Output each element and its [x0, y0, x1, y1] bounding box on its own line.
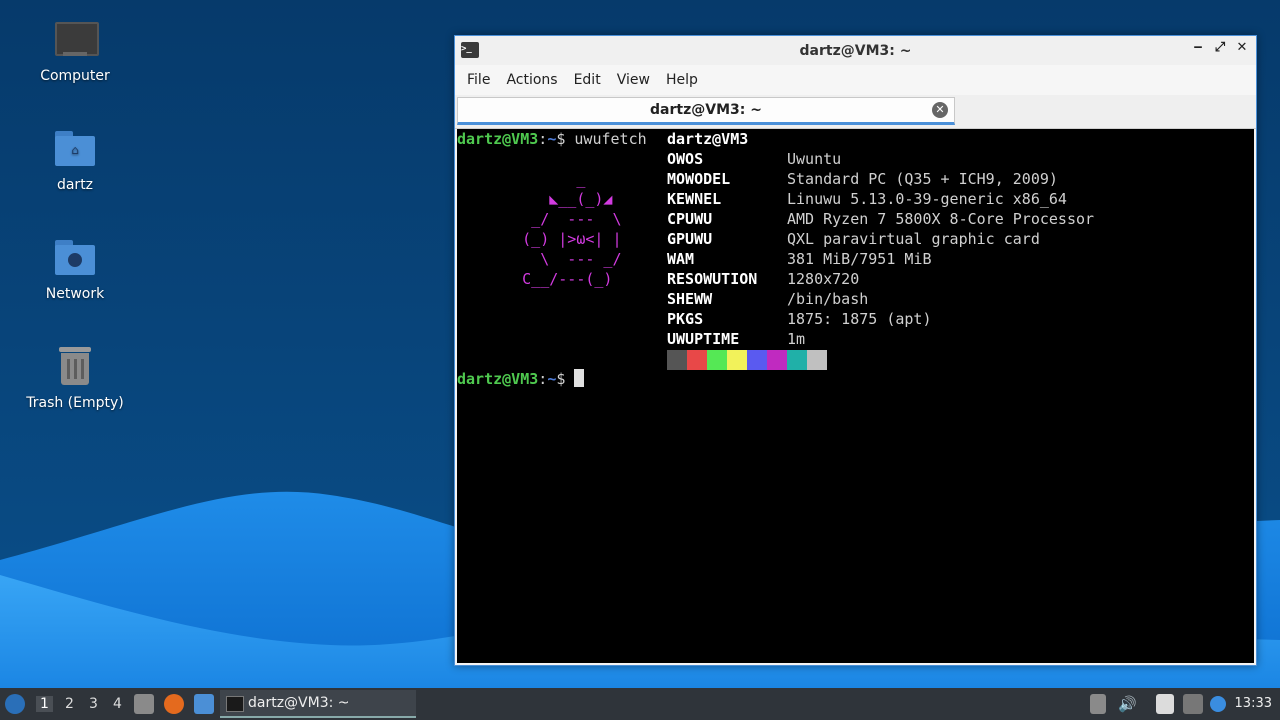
trash-icon: [53, 345, 97, 389]
taskbar-item-label: dartz@VM3: ~: [248, 695, 350, 711]
workspace-1[interactable]: 1: [36, 696, 53, 712]
info-key: SHEWW: [667, 290, 713, 308]
home-folder-icon: ⌂: [53, 127, 97, 171]
palette-swatch: [687, 350, 707, 370]
terminal-icon: [226, 696, 244, 712]
menu-help[interactable]: Help: [658, 72, 706, 88]
minimize-button[interactable]: ‒: [1190, 40, 1206, 55]
prompt-user: dartz@VM3: [457, 130, 539, 148]
volume-icon[interactable]: 🔊: [1118, 694, 1138, 714]
fetch-header: dartz@VM3: [667, 130, 749, 148]
info-key: WAM: [667, 250, 695, 268]
desktop-icon-network[interactable]: Network: [15, 236, 135, 302]
palette-swatch: [787, 350, 807, 370]
info-value: QXL paravirtual graphic card: [787, 230, 1040, 248]
info-value: Linuwu 5.13.0-39-generic x86_64: [787, 190, 1067, 208]
info-value: 381 MiB/7951 MiB: [787, 250, 932, 268]
prompt-separator: :: [538, 130, 548, 148]
palette-swatch: [767, 350, 787, 370]
firefox-icon[interactable]: [164, 694, 184, 714]
prompt-line-current: dartz@VM3:~$: [457, 369, 585, 389]
menu-actions[interactable]: Actions: [498, 72, 565, 88]
start-menu-icon[interactable]: [5, 694, 25, 714]
desktop-icon-label: dartz: [56, 177, 94, 193]
tab-close-icon[interactable]: ✕: [932, 102, 948, 118]
typed-command: uwufetch: [565, 130, 647, 148]
terminal-window: >_ dartz@VM3: ~ ‒ ⤢ ✕ File Actions Edit …: [454, 35, 1257, 666]
prompt-path: ~: [547, 130, 557, 148]
workspace-4[interactable]: 4: [113, 696, 122, 712]
tab-terminal[interactable]: dartz@VM3: ~ ✕: [457, 97, 955, 125]
prompt-symbol: $: [556, 370, 566, 388]
prompt-separator: :: [538, 370, 548, 388]
info-key: KEWNEL: [667, 190, 722, 208]
palette-swatch: [707, 350, 727, 370]
tab-label: dartz@VM3: ~: [650, 102, 762, 118]
prompt-user: dartz@VM3: [457, 370, 539, 388]
palette-swatch: [747, 350, 767, 370]
taskbar: 1 2 3 4 dartz@VM3: ~ 🔊 13:33: [0, 688, 1280, 720]
network-folder-icon: [53, 236, 97, 280]
info-key: PKGS: [667, 310, 704, 328]
menu-edit[interactable]: Edit: [566, 72, 609, 88]
desktop-icon-home[interactable]: ⌂ dartz: [15, 127, 135, 193]
palette-swatch: [807, 350, 827, 370]
close-button[interactable]: ✕: [1234, 40, 1250, 55]
computer-icon: [53, 18, 99, 62]
workspace-3[interactable]: 3: [89, 696, 98, 712]
desktop-icon-label: Computer: [40, 68, 110, 84]
info-key: MOWODEL: [667, 170, 731, 188]
window-titlebar[interactable]: >_ dartz@VM3: ~ ‒ ⤢ ✕: [455, 36, 1256, 65]
info-value: Uwuntu: [787, 150, 842, 168]
text-cursor: [574, 369, 585, 387]
info-key: OWOS: [667, 150, 704, 168]
desktop-icon-label: Trash (Empty): [26, 395, 124, 411]
window-title: dartz@VM3: ~: [799, 42, 912, 59]
taskbar-item-terminal[interactable]: dartz@VM3: ~: [220, 690, 416, 718]
terminal-output[interactable]: dartz@VM3:~$ uwufetch _ ◣__(_)◢ _/ --- \…: [457, 129, 1254, 663]
info-key: GPUWU: [667, 230, 713, 248]
info-value: AMD Ryzen 7 5800X 8-Core Processor: [787, 210, 1095, 228]
info-value: 1875: 1875 (apt): [787, 310, 932, 328]
info-key: UWUPTIME: [667, 330, 740, 348]
menu-file[interactable]: File: [459, 72, 498, 88]
menu-view[interactable]: View: [609, 72, 658, 88]
info-value: /bin/bash: [787, 290, 869, 308]
desktop-icon-label: Network: [45, 286, 105, 302]
uwu-ascii-art: _ ◣__(_)◢ _/ --- \ (_) |>ω<| | \ --- _/ …: [522, 170, 622, 288]
prompt-line: dartz@VM3:~$ uwufetch: [457, 129, 647, 149]
clock[interactable]: 13:33: [1235, 696, 1272, 711]
info-key: CPUWU: [667, 210, 713, 228]
tray-up-icon[interactable]: [1090, 694, 1106, 714]
show-desktop-icon[interactable]: [194, 694, 214, 714]
desktop-icon-trash[interactable]: Trash (Empty): [15, 345, 135, 411]
menubar: File Actions Edit View Help: [455, 65, 1256, 95]
terminal-app-icon: >_: [461, 42, 479, 58]
maximize-button[interactable]: ⤢: [1212, 40, 1228, 55]
update-notifier-icon[interactable]: [1210, 696, 1226, 712]
prompt-path: ~: [547, 370, 557, 388]
color-palette: [667, 350, 827, 370]
clipboard-icon[interactable]: [1156, 694, 1174, 714]
desktop-icon-computer[interactable]: Computer: [15, 18, 135, 84]
info-value: 1280x720: [787, 270, 860, 288]
workspace-2[interactable]: 2: [65, 696, 74, 712]
info-value: 1m: [787, 330, 806, 348]
info-key: RESOWUTION: [667, 270, 758, 288]
info-value: Standard PC (Q35 + ICH9, 2009): [787, 170, 1058, 188]
network-status-icon[interactable]: [1183, 694, 1203, 714]
palette-swatch: [727, 350, 747, 370]
file-manager-icon[interactable]: [134, 694, 154, 714]
tab-bar: dartz@VM3: ~ ✕: [455, 95, 1256, 129]
palette-swatch: [667, 350, 687, 370]
